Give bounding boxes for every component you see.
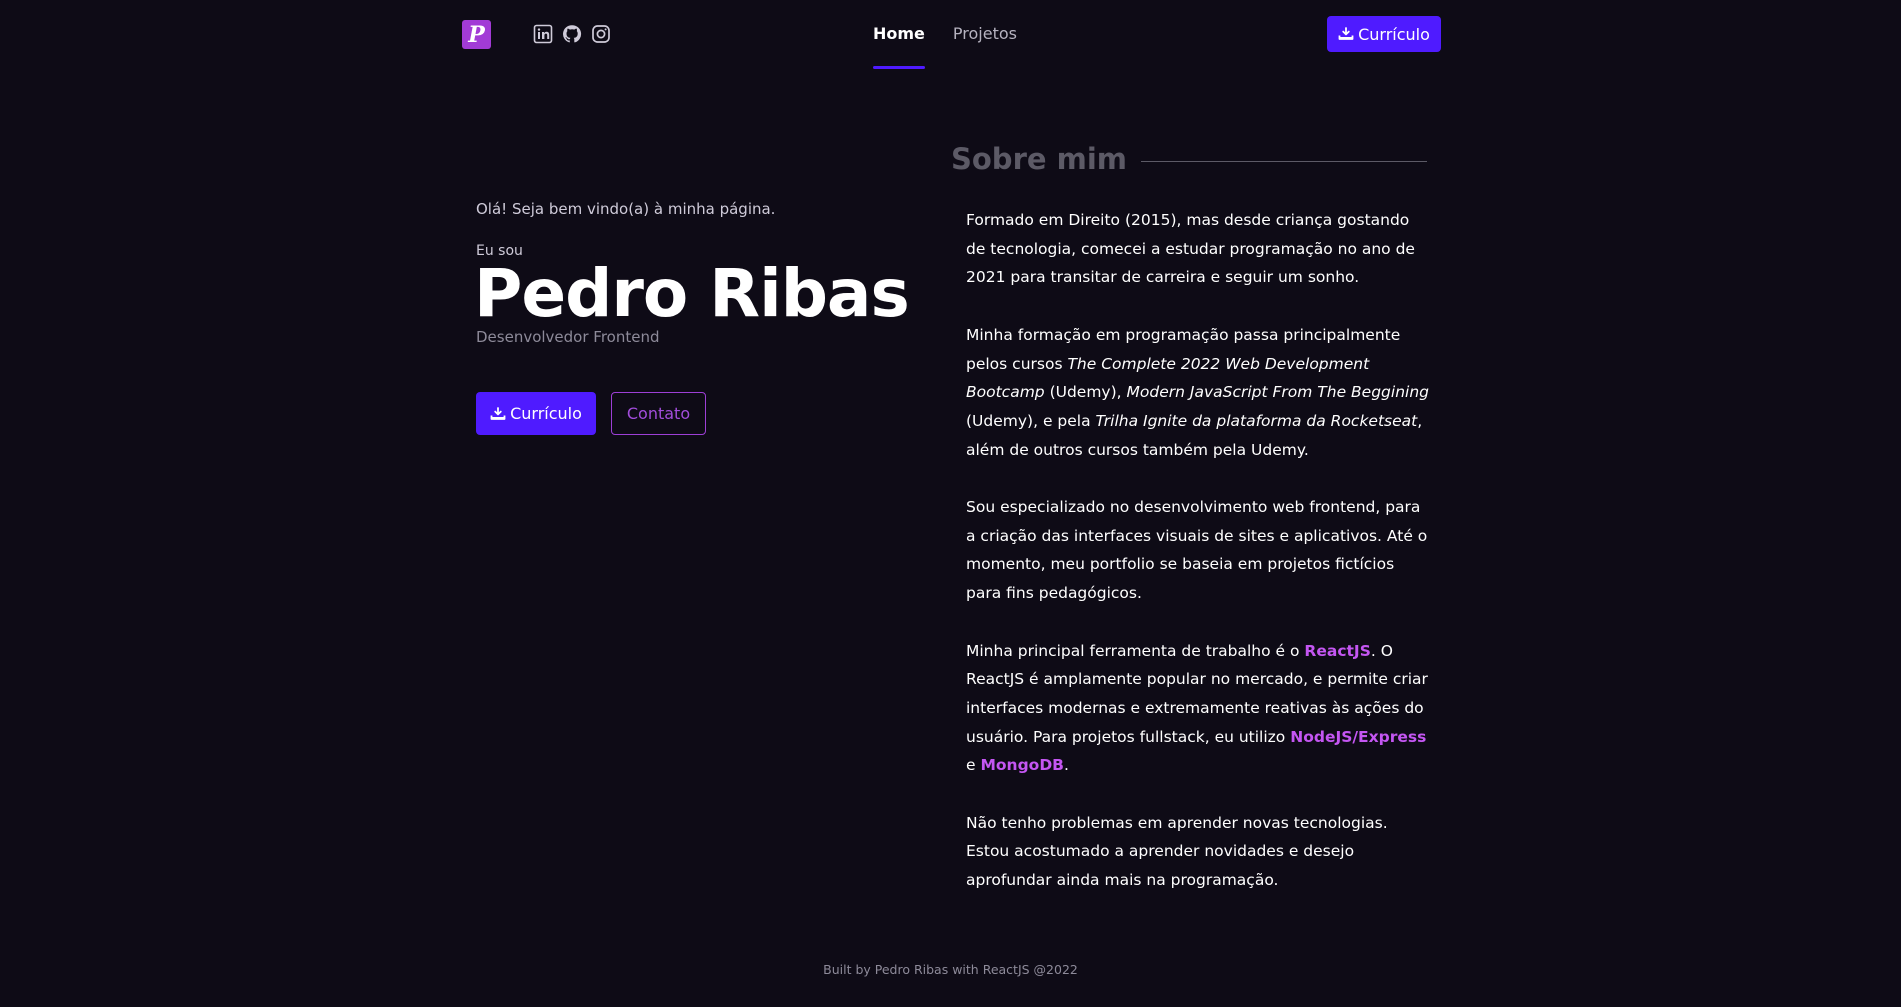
social-links	[533, 24, 611, 44]
course-name: Modern JavaScript From The Beggining	[1126, 383, 1429, 402]
text-run: (Udemy), e pela	[966, 411, 1096, 430]
nav-tab-label: Home	[873, 24, 925, 43]
header-curriculo-button[interactable]: Currículo	[1327, 16, 1441, 52]
main-nav: Home Projetos	[873, 24, 1017, 69]
about-paragraph-2: Minha formação em programação passa prin…	[966, 321, 1432, 465]
active-tab-indicator	[873, 66, 925, 69]
tech-highlight-nodejs: NodeJS/Express	[1290, 727, 1427, 746]
about-title: Sobre mim	[951, 142, 1128, 176]
hero-curriculo-button[interactable]: Currículo	[476, 392, 596, 435]
about-divider	[1141, 160, 1427, 162]
hero-actions: Currículo Contato	[476, 392, 706, 435]
course-name: Trilha Ignite da plataforma da Rocketsea…	[1095, 411, 1418, 430]
download-icon	[490, 406, 506, 421]
about-paragraph-4: Minha principal ferramenta de trabalho é…	[966, 637, 1432, 781]
about-body: Formado em Direito (2015), mas desde cri…	[966, 206, 1432, 924]
instagram-icon[interactable]	[591, 24, 611, 44]
text-run: Minha principal ferramenta de trabalho é…	[966, 641, 1305, 660]
about-paragraph-1: Formado em Direito (2015), mas desde cri…	[966, 211, 1415, 287]
nav-tab-home[interactable]: Home	[873, 24, 925, 69]
hero-contato-label: Contato	[626, 404, 691, 423]
tech-highlight-reactjs: ReactJS	[1304, 641, 1371, 660]
hero-name: Pedro Ribas	[474, 255, 910, 332]
hero-role: Desenvolvedor Frontend	[476, 328, 660, 346]
text-run: (Udemy),	[1044, 383, 1127, 402]
hero-greeting: Olá! Seja bem vindo(a) à minha página.	[476, 200, 776, 218]
about-paragraph-3: Sou especializado no desenvolvimento web…	[966, 498, 1428, 603]
nav-tab-projetos[interactable]: Projetos	[953, 24, 1017, 43]
download-icon	[1338, 27, 1354, 41]
hero-curriculo-label: Currículo	[510, 404, 582, 423]
linkedin-icon[interactable]	[533, 24, 553, 44]
hero-contato-button[interactable]: Contato	[611, 392, 706, 435]
tech-highlight-mongodb: MongoDB	[980, 756, 1065, 775]
logo[interactable]: P	[462, 20, 491, 49]
github-icon[interactable]	[562, 24, 582, 44]
header-curriculo-label: Currículo	[1358, 24, 1430, 44]
page: P Home Projetos Currículo Olá! Seja bem …	[0, 0, 1901, 1007]
text-run: .	[1064, 756, 1069, 775]
about-paragraph-5: Não tenho problemas em aprender novas te…	[966, 813, 1388, 890]
text-run: e	[966, 756, 981, 775]
footer-credit: Built by Pedro Ribas with ReactJS @2022	[823, 962, 1078, 977]
about-header: Sobre mim	[951, 142, 1427, 176]
nav-tab-label: Projetos	[952, 24, 1017, 43]
